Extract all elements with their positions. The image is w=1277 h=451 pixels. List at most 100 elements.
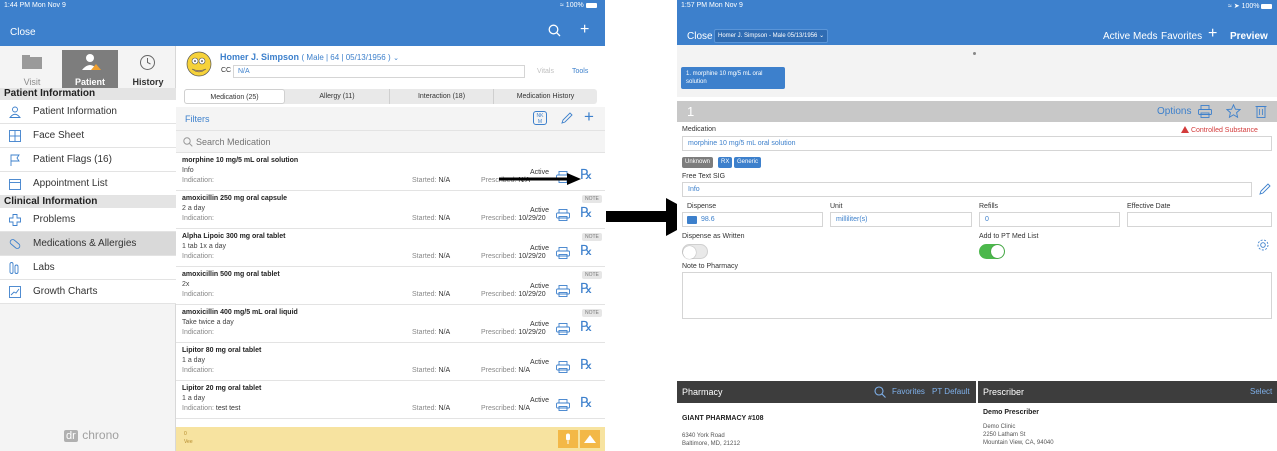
tools-link[interactable]: Tools	[572, 68, 588, 75]
free-text-sig-field[interactable]: Info	[682, 182, 1252, 197]
close-button[interactable]: Close	[10, 27, 36, 38]
edit-pencil-icon[interactable]	[560, 112, 573, 125]
pharmacy-favorites-link[interactable]: Favorites	[892, 381, 925, 403]
cc-field[interactable]: N/A	[233, 65, 525, 78]
drchrono-logo: dr chrono	[64, 426, 119, 444]
add-medication-icon[interactable]: +	[584, 108, 594, 125]
segment-patient[interactable]: Patient	[62, 50, 118, 90]
table-row[interactable]: Lipitor 80 mg oral tablet 1 a day Indicati…	[176, 344, 605, 381]
printer-icon[interactable]	[1198, 105, 1212, 118]
gear-icon[interactable]	[1256, 238, 1270, 252]
segment-visit[interactable]: Visit	[4, 50, 60, 90]
sidebar-item-patient-information[interactable]: Patient Information	[0, 100, 176, 124]
toggle-knob	[991, 245, 1004, 258]
note-badge[interactable]: NOTE	[582, 233, 602, 241]
prescriber-details[interactable]: Demo Prescriber Demo Clinic 2250 Latham …	[978, 403, 1277, 451]
close-button[interactable]: Close	[687, 31, 713, 42]
rx-icon[interactable]: ℞	[580, 356, 593, 373]
effective-date-field[interactable]	[1127, 212, 1272, 227]
star-icon[interactable]	[1226, 104, 1241, 118]
rx-tab-morphine[interactable]: 1. morphine 10 mg/5 mL oral solution	[681, 67, 785, 89]
tab-medication[interactable]: Medication (25)	[184, 89, 285, 104]
table-row[interactable]: amoxicillin 500 mg oral tablet 2x Indicati…	[176, 268, 605, 305]
note-to-pharmacy-input[interactable]	[682, 272, 1272, 319]
refills-field[interactable]: 0	[979, 212, 1120, 227]
chip-generic[interactable]: Generic	[734, 157, 762, 168]
dispense-field[interactable]: 98.6	[682, 212, 823, 227]
sidebar-item-face-sheet[interactable]: Face Sheet	[0, 124, 176, 148]
person-outline-icon	[9, 106, 21, 118]
sidebar-item-appointment-list[interactable]: Appointment List	[0, 172, 176, 196]
printer-icon[interactable]	[556, 399, 570, 411]
favorites-link[interactable]: Favorites	[1161, 31, 1202, 42]
avatar[interactable]	[186, 50, 212, 78]
table-row[interactable]: Lipitor 20 mg oral tablet 1 a day Indicati…	[176, 382, 605, 419]
printer-icon[interactable]	[556, 361, 570, 373]
chip-rx[interactable]: RX	[718, 157, 733, 168]
prescribed-value: N/A	[518, 405, 531, 412]
pharmacy-pt-default-link[interactable]: PT Default	[932, 381, 970, 403]
filters-link[interactable]: Filters	[185, 114, 210, 124]
tab-medication-history[interactable]: Medication History	[493, 89, 597, 104]
sidebar-item-labs[interactable]: Labs	[0, 256, 176, 280]
trash-icon[interactable]	[1255, 104, 1267, 118]
note-badge[interactable]: NOTE	[582, 271, 602, 279]
options-link[interactable]: Options	[1157, 106, 1191, 117]
active-meds-link[interactable]: Active Meds	[1103, 31, 1157, 42]
search-icon[interactable]	[874, 386, 886, 398]
indication-label: Indication:	[182, 367, 214, 374]
pharmacy-details[interactable]: GIANT PHARMACY #108 6340 York Road Balti…	[677, 403, 976, 451]
nkm-button[interactable]: NK M	[533, 111, 547, 125]
rx-icon[interactable]: ℞	[580, 280, 593, 297]
add-icon[interactable]: +	[580, 22, 589, 38]
rx-icon[interactable]: ℞	[580, 204, 593, 221]
unit-field[interactable]: milliliter(s)	[830, 212, 972, 227]
started-value: N/A	[438, 405, 451, 412]
sidebar-item-medications-allergies[interactable]: Medications & Allergies	[0, 232, 176, 256]
expand-button[interactable]	[580, 430, 600, 448]
tab-interaction[interactable]: Interaction (18)	[389, 89, 493, 104]
battery-text: 100%	[1241, 3, 1260, 10]
table-row[interactable]: amoxicillin 400 mg/5 mL oral liquid Take …	[176, 306, 605, 343]
indication-value: test test	[215, 405, 241, 412]
calculator-icon[interactable]	[687, 216, 697, 224]
controlled-substance-badge: Controlled Substance	[1181, 126, 1258, 134]
printer-icon[interactable]	[556, 285, 570, 297]
edit-pencil-icon[interactable]	[1258, 183, 1271, 196]
patient-chip[interactable]: Homer J. Simpson - Male 05/13/1956 ⌄	[714, 29, 829, 43]
rx-icon[interactable]: ℞	[580, 242, 593, 259]
medication-value: morphine 10 mg/5 mL oral solution	[688, 140, 796, 147]
rx-icon[interactable]: ℞	[580, 394, 593, 411]
status-time: 1:44 PM Mon Nov 9	[4, 2, 66, 9]
search-icon[interactable]	[548, 24, 561, 42]
printer-icon[interactable]	[556, 209, 570, 221]
note-badge[interactable]: NOTE	[582, 195, 602, 203]
rx-icon[interactable]: ℞	[580, 318, 593, 335]
chip-unknown[interactable]: Unknown	[682, 157, 714, 168]
sidebar-item-patient-flags[interactable]: Patient Flags (16)	[0, 148, 176, 172]
microphone-button[interactable]	[558, 430, 578, 448]
printer-icon[interactable]	[556, 247, 570, 259]
vitals-link[interactable]: Vitals	[537, 68, 554, 75]
chart-icon	[9, 286, 21, 298]
sidebar-item-problems[interactable]: Problems	[0, 208, 176, 232]
prescriber-select-link[interactable]: Select	[1250, 381, 1272, 403]
preview-button[interactable]: Preview	[1230, 31, 1268, 42]
tab-allergy[interactable]: Allergy (11)	[285, 89, 389, 104]
sidebar-item-growth-charts[interactable]: Growth Charts	[0, 280, 176, 304]
search-icon	[183, 137, 193, 147]
started-label: Started:	[412, 253, 437, 260]
add-icon[interactable]: +	[1208, 26, 1217, 42]
printer-icon[interactable]	[556, 323, 570, 335]
table-row[interactable]: amoxicillin 250 mg oral capsule 2 a day In…	[176, 192, 605, 229]
dispense-as-written-toggle[interactable]	[682, 244, 708, 259]
add-to-pt-med-list-toggle[interactable]	[979, 244, 1005, 259]
search-medication-input[interactable]	[196, 135, 576, 149]
prescribed: Prescribed: 10/29/20	[481, 253, 546, 260]
segment-history[interactable]: History	[120, 50, 176, 90]
table-row[interactable]: Alpha Lipoic 300 mg oral tablet 1 tab 1x …	[176, 230, 605, 267]
note-badge[interactable]: NOTE	[582, 309, 602, 317]
medication-field[interactable]: morphine 10 mg/5 mL oral solution	[682, 136, 1272, 151]
patient-header[interactable]: Homer J. Simpson ( Male | 64 | 05/13/195…	[220, 52, 399, 62]
indication-label: Indication:	[182, 329, 214, 336]
